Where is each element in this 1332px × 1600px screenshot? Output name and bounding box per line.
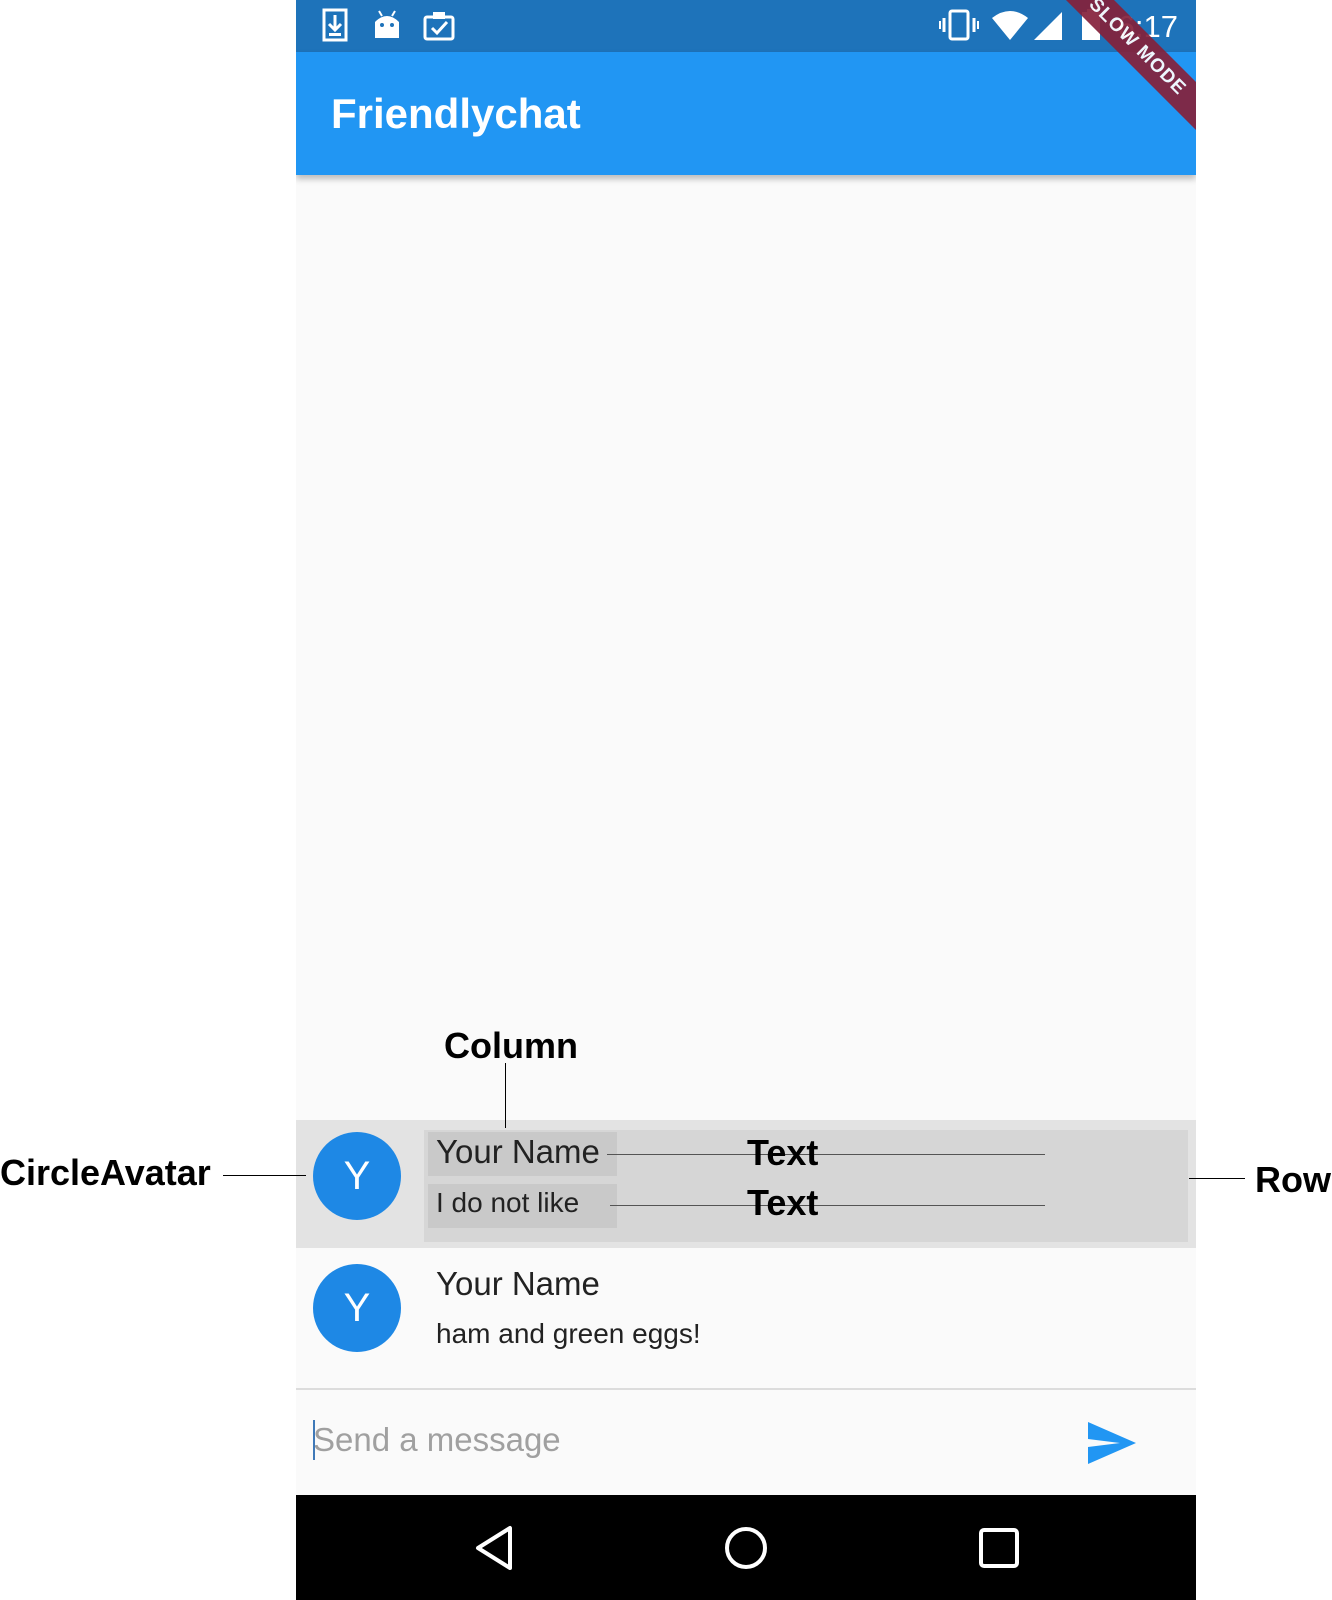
message-text: ham and green eggs! (436, 1318, 701, 1349)
annotation-connector (610, 1205, 1045, 1206)
annotation-label-row: Row (1255, 1159, 1331, 1200)
annotation-label-text: Text (747, 1182, 819, 1223)
status-time: 6:17 (1117, 9, 1178, 44)
app-title: Friendlychat (331, 90, 581, 137)
text-cursor (313, 1420, 315, 1460)
back-icon[interactable] (468, 1520, 524, 1576)
android-icon (375, 10, 399, 38)
message-input[interactable] (313, 1412, 1033, 1468)
annotation-connector (505, 1063, 506, 1128)
vibrate-icon (939, 9, 979, 41)
navigation-bar (296, 1495, 1196, 1600)
message-sender-name: Your Name (436, 1133, 600, 1170)
annotation-label-circleavatar: CircleAvatar (0, 1152, 211, 1193)
home-icon[interactable] (718, 1520, 774, 1576)
message-text: I do not like (436, 1187, 580, 1218)
download-icon (322, 8, 348, 42)
status-bar: 6:17 (296, 0, 1196, 52)
recents-icon[interactable] (971, 1520, 1027, 1576)
cell-signal-icon (1034, 12, 1062, 40)
avatar: Y (313, 1264, 401, 1352)
app-bar: Friendlychat (296, 52, 1196, 175)
message-sender-name: Your Name (436, 1265, 600, 1302)
clipboard-check-icon (423, 12, 455, 41)
phone-screen: 6:17 Friendlychat SLOW MODE Y Your Name … (296, 0, 1196, 1600)
message-composer (296, 1390, 1196, 1495)
annotation-connector (607, 1154, 1045, 1155)
annotation-connector (1189, 1178, 1245, 1179)
annotation-label-text: Text (747, 1132, 819, 1173)
wifi-icon (992, 11, 1028, 40)
annotation-label-column: Column (444, 1025, 578, 1066)
send-icon[interactable] (1086, 1420, 1138, 1466)
battery-icon (1082, 9, 1100, 40)
avatar: Y (313, 1132, 401, 1220)
annotation-connector (223, 1175, 306, 1176)
